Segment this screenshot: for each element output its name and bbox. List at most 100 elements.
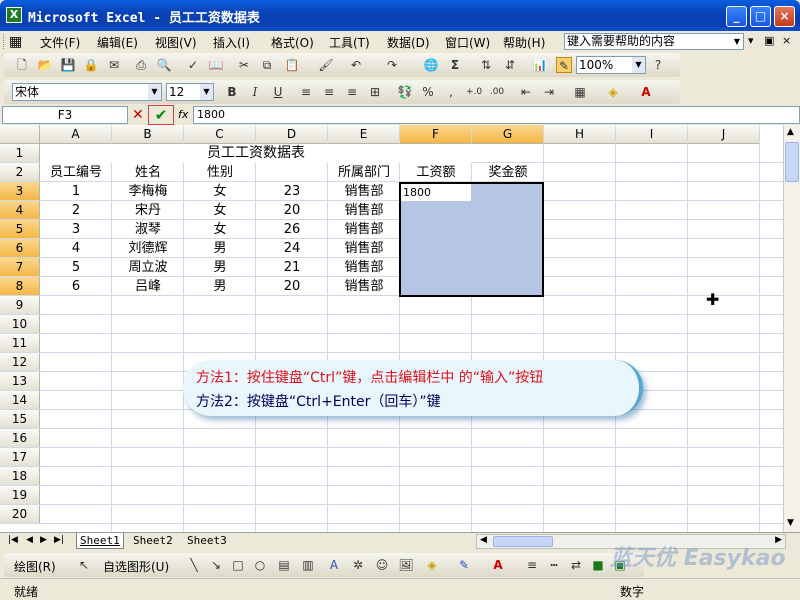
chevron-down-icon[interactable]: ▼ xyxy=(632,57,645,73)
next-sheet-icon[interactable]: ▶ xyxy=(40,535,47,545)
maximize-button[interactable]: □ xyxy=(750,6,771,27)
redo-icon[interactable]: ↷ xyxy=(384,57,400,73)
data-cell[interactable]: 淑琴 xyxy=(112,220,184,239)
print-preview-icon[interactable]: 🔍 xyxy=(156,57,172,73)
header-cell[interactable]: 工资额 xyxy=(400,163,472,182)
data-cell[interactable]: 男 xyxy=(184,258,256,277)
last-sheet-icon[interactable]: ▶| xyxy=(54,535,64,545)
bold-button[interactable]: B xyxy=(224,84,240,100)
font-color-icon[interactable]: A xyxy=(638,84,654,100)
enter-icon[interactable]: ✔ xyxy=(148,105,174,125)
chevron-down-icon[interactable]: ▼ xyxy=(731,34,743,49)
excel-icon[interactable]: X xyxy=(6,7,22,23)
menu-tools[interactable]: 工具(T) xyxy=(329,34,370,51)
prev-sheet-icon[interactable]: ◀ xyxy=(26,535,33,545)
menu-data[interactable]: 数据(D) xyxy=(387,34,430,51)
column-header-F[interactable]: F xyxy=(400,125,472,144)
sort-descending-icon[interactable]: ⇵ xyxy=(502,57,518,73)
column-header-J[interactable]: J xyxy=(688,125,760,144)
menu-view[interactable]: 视图(V) xyxy=(155,34,197,51)
spelling-icon[interactable]: ✓ xyxy=(185,57,201,73)
row-header-9[interactable]: 9 xyxy=(0,296,40,315)
data-cell[interactable]: 女 xyxy=(184,182,256,201)
align-left-icon[interactable]: ≡ xyxy=(298,84,314,100)
column-header-D[interactable]: D xyxy=(256,125,328,144)
help-search-input[interactable]: 键入需要帮助的内容 ▼ xyxy=(564,33,744,50)
data-cell[interactable]: 男 xyxy=(184,239,256,258)
currency-icon[interactable]: 💱 xyxy=(397,84,413,100)
data-cell[interactable]: 26 xyxy=(256,220,328,239)
row-header-1[interactable]: 1 xyxy=(0,144,40,163)
row-header-8[interactable]: 8 xyxy=(0,277,40,296)
dash-style-icon[interactable]: ┅ xyxy=(546,557,562,573)
data-cell[interactable]: 周立波 xyxy=(112,258,184,277)
row-header-3[interactable]: 3 xyxy=(0,182,40,201)
underline-button[interactable]: U xyxy=(270,84,286,100)
data-cell[interactable]: 刘德辉 xyxy=(112,239,184,258)
first-sheet-icon[interactable]: |◀ xyxy=(8,535,18,545)
data-cell[interactable]: 6 xyxy=(40,277,112,296)
vertical-scroll-thumb[interactable] xyxy=(785,142,799,182)
row-header-11[interactable]: 11 xyxy=(0,334,40,353)
select-all-corner[interactable] xyxy=(0,125,40,144)
menu-insert[interactable]: 插入(I) xyxy=(213,34,250,51)
open-icon[interactable]: 📂 xyxy=(37,57,53,73)
data-cell[interactable]: 销售部 xyxy=(328,277,400,296)
arrow-style-icon[interactable]: ⇄ xyxy=(568,557,584,573)
column-header-A[interactable]: A xyxy=(40,125,112,144)
row-header-12[interactable]: 12 xyxy=(0,353,40,372)
data-cell[interactable]: 4 xyxy=(40,239,112,258)
row-header-17[interactable]: 17 xyxy=(0,448,40,467)
align-right-icon[interactable]: ≡ xyxy=(344,84,360,100)
menu-window[interactable]: 窗口(W) xyxy=(445,34,490,51)
row-header-19[interactable]: 19 xyxy=(0,486,40,505)
sheet-title-cell[interactable]: 员工工资数据表 xyxy=(40,144,472,163)
font-name-select[interactable]: 宋体 ▼ xyxy=(12,83,162,101)
permission-icon[interactable]: 🔒 xyxy=(83,57,99,73)
data-cell[interactable]: 24 xyxy=(256,239,328,258)
align-center-icon[interactable]: ≡ xyxy=(321,84,337,100)
wordart-icon[interactable]: A xyxy=(326,557,342,573)
row-header-18[interactable]: 18 xyxy=(0,467,40,486)
doc-minimize-button[interactable]: ▾ xyxy=(748,34,754,47)
active-cell[interactable]: 1800 xyxy=(401,184,471,201)
formula-input[interactable]: 1800 xyxy=(193,106,800,124)
row-header-7[interactable]: 7 xyxy=(0,258,40,277)
increase-decimal-icon[interactable]: +.0 xyxy=(466,84,482,100)
column-header-C[interactable]: C xyxy=(184,125,256,144)
menu-format[interactable]: 格式(O) xyxy=(271,34,314,51)
autoshapes-menu-button[interactable]: 自选图形(U) xyxy=(103,558,169,575)
header-cell[interactable]: 员工编号 xyxy=(40,163,112,182)
email-icon[interactable]: ✉ xyxy=(106,57,122,73)
data-cell[interactable]: 女 xyxy=(184,220,256,239)
draw-menu-button[interactable]: 绘图(R) xyxy=(14,558,56,575)
horizontal-scroll-thumb[interactable] xyxy=(493,536,553,547)
data-cell[interactable]: 23 xyxy=(256,182,328,201)
data-cell[interactable]: 销售部 xyxy=(328,182,400,201)
scroll-left-icon[interactable]: ◀ xyxy=(480,535,487,545)
header-cell[interactable]: 性别 xyxy=(184,163,256,182)
chevron-down-icon[interactable]: ▼ xyxy=(200,84,213,100)
row-header-6[interactable]: 6 xyxy=(0,239,40,258)
row-header-13[interactable]: 13 xyxy=(0,372,40,391)
chevron-down-icon[interactable]: ▼ xyxy=(148,84,161,100)
zoom-select[interactable]: 100% ▼ xyxy=(576,56,646,74)
row-header-15[interactable]: 15 xyxy=(0,410,40,429)
save-icon[interactable]: 💾 xyxy=(60,57,76,73)
doc-restore-button[interactable]: ▣ xyxy=(764,34,774,47)
column-header-E[interactable]: E xyxy=(328,125,400,144)
copy-icon[interactable]: ⧉ xyxy=(259,57,275,73)
column-header-G[interactable]: G xyxy=(472,125,544,144)
chart-wizard-icon[interactable]: 📊 xyxy=(532,57,548,73)
worksheet-grid[interactable]: A B C D E F G H I J 1 2 3 4 5 6 7 8 9 10… xyxy=(0,125,800,532)
data-cell[interactable]: 5 xyxy=(40,258,112,277)
borders-icon[interactable]: ▦ xyxy=(572,84,588,100)
decrease-decimal-icon[interactable]: .00 xyxy=(489,84,505,100)
sheet-tab-3[interactable]: Sheet3 xyxy=(184,533,230,549)
header-cell[interactable]: 姓名 xyxy=(112,163,184,182)
select-objects-icon[interactable]: ↖ xyxy=(76,557,92,573)
fill-color-icon[interactable]: ◈ xyxy=(605,84,621,100)
toolbar-grip[interactable] xyxy=(3,34,6,49)
data-cell[interactable]: 20 xyxy=(256,201,328,220)
vertical-textbox-icon[interactable]: ▥ xyxy=(300,557,316,573)
